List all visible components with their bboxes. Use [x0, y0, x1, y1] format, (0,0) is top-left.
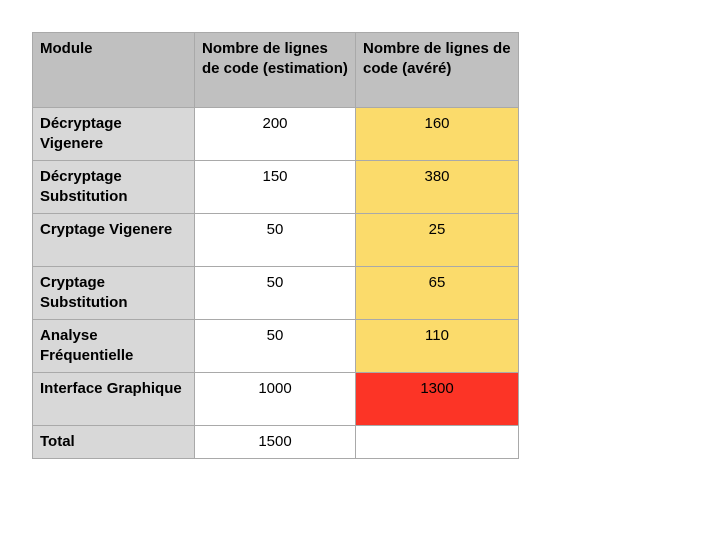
- module-cell: Décryptage Vigenere: [32, 107, 195, 161]
- table-row: Interface Graphique 1000 1300: [32, 372, 519, 426]
- estimation-cell: 50: [194, 213, 356, 267]
- table-header-row: Module Nombre de lignes de code (estimat…: [32, 32, 519, 108]
- table-row: Cryptage Substitution 50 65: [32, 266, 519, 320]
- estimation-cell: 50: [194, 266, 356, 320]
- total-row: Total 1500: [32, 425, 519, 459]
- table-row: Décryptage Substitution 150 380: [32, 160, 519, 214]
- actual-cell: 110: [355, 319, 519, 373]
- module-cell: Analyse Fréquentielle: [32, 319, 195, 373]
- estimation-cell: 150: [194, 160, 356, 214]
- actual-cell: 25: [355, 213, 519, 267]
- loc-comparison-table: Module Nombre de lignes de code (estimat…: [32, 32, 519, 459]
- table-row: Cryptage Vigenere 50 25: [32, 213, 519, 267]
- module-cell: Cryptage Substitution: [32, 266, 195, 320]
- table-row: Analyse Fréquentielle 50 110: [32, 319, 519, 373]
- estimation-cell: 200: [194, 107, 356, 161]
- module-cell: Décryptage Substitution: [32, 160, 195, 214]
- estimation-cell: 50: [194, 319, 356, 373]
- total-estimation-cell: 1500: [194, 425, 356, 459]
- actual-cell: 380: [355, 160, 519, 214]
- estimation-cell: 1000: [194, 372, 356, 426]
- header-estimation: Nombre de lignes de code (estimation): [194, 32, 356, 108]
- module-cell: Interface Graphique: [32, 372, 195, 426]
- actual-cell: 160: [355, 107, 519, 161]
- total-actual-cell: [355, 425, 519, 459]
- module-cell: Cryptage Vigenere: [32, 213, 195, 267]
- total-label-cell: Total: [32, 425, 195, 459]
- actual-cell: 1300: [355, 372, 519, 426]
- actual-cell: 65: [355, 266, 519, 320]
- header-module: Module: [32, 32, 195, 108]
- header-actual: Nombre de lignes de code (avéré): [355, 32, 519, 108]
- table-row: Décryptage Vigenere 200 160: [32, 107, 519, 161]
